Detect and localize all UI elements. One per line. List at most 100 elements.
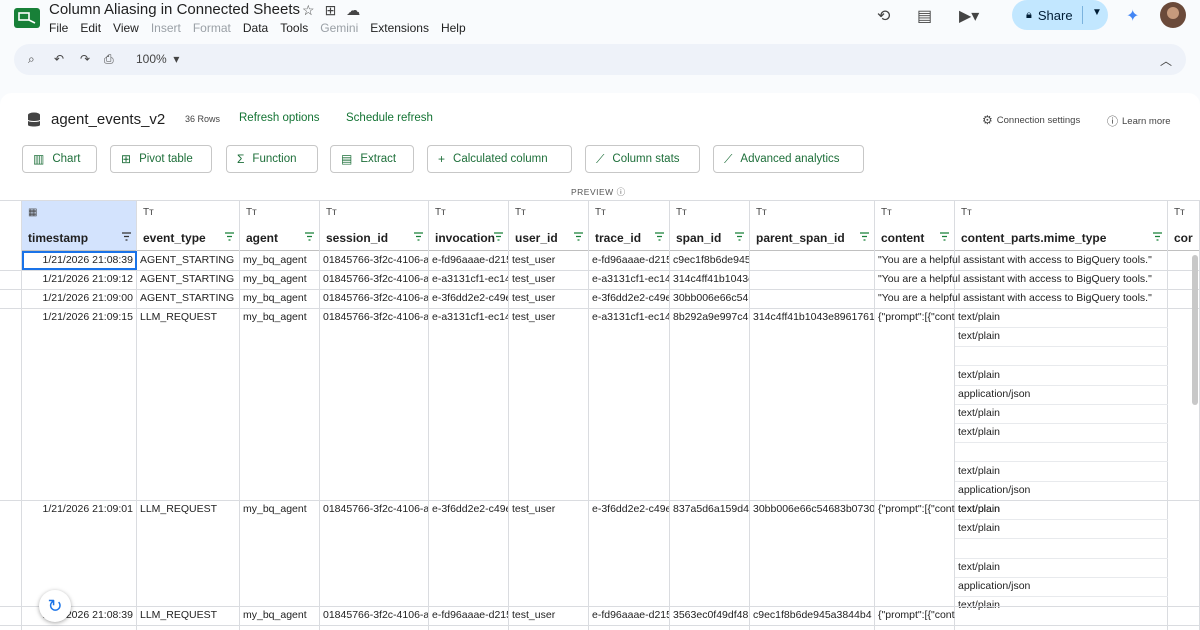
mime-type-cell[interactable]: application/json [955,484,1167,496]
column-header[interactable]: Tт content [875,201,954,251]
advanced-analytics-button[interactable]: ⟋ Advanced analytics [713,145,864,173]
connection-settings-button[interactable]: ⚙ Connection settings [982,113,1080,127]
filter-icon[interactable] [655,232,664,241]
sheets-logo-icon[interactable] [14,8,40,28]
table-cell-session-id[interactable]: 01845766-3f2c-4106-a [320,292,428,304]
table-cell-event-type[interactable]: LLM_REQUEST [137,311,239,323]
mime-type-cell[interactable]: text/plain [955,311,1167,323]
filter-icon[interactable] [940,232,949,241]
table-cell-event-type[interactable]: LLM_REQUEST [137,503,239,515]
table-cell-parent-span-id[interactable]: 30bb006e66c54683b0730 [750,503,874,515]
menu-format[interactable]: Format [193,21,231,35]
filter-icon[interactable] [122,232,131,241]
column-header[interactable]: Tт content_parts.mime_type [955,201,1167,251]
table-cell-content[interactable]: {"prompt":[{"cont [875,609,955,621]
table-cell-content[interactable]: "You are a helpful assistant with access… [875,254,1152,266]
mime-type-cell[interactable]: text/plain [955,465,1167,477]
function-button[interactable]: Σ Function [226,145,318,173]
search-menus-icon[interactable]: ⌕ [28,52,35,67]
column-header[interactable]: Tт session_id [320,201,428,251]
table-cell-user-id[interactable]: test_user [509,503,588,515]
table-cell-invocation[interactable]: e-3f6dd2e2-c49e [429,503,508,515]
filter-icon[interactable] [494,232,503,241]
table-cell-user-id[interactable]: test_user [509,273,588,285]
table-cell-trace-id[interactable]: e-a3131cf1-ec14 [589,273,669,285]
table-cell-content[interactable]: {"prompt":[{"cont [875,311,955,323]
table-cell-invocation[interactable]: e-a3131cf1-ec14 [429,273,508,285]
filter-icon[interactable] [574,232,583,241]
table-cell-event-type[interactable]: AGENT_STARTING [137,292,239,304]
refresh-options-link[interactable]: Refresh options [239,112,320,124]
star-icon[interactable]: ☆ [302,2,315,19]
filter-icon[interactable] [735,232,744,241]
extract-button[interactable]: ▤ Extract [330,145,414,173]
table-cell-event-type[interactable]: LLM_REQUEST [137,609,239,621]
column-header[interactable]: Tт span_id [670,201,749,251]
column-agent[interactable]: Tт agent my_bq_agent my_bq_agent my_bq_agent… [240,201,320,630]
menu-insert[interactable]: Insert [151,21,181,35]
table-cell-span-id[interactable]: 314c4ff41b1043e8961761e2ac8a4a7c [670,273,749,285]
column-stats-button[interactable]: ⟋ Column stats [585,145,700,173]
table-cell-invocation[interactable]: e-fd96aaae-d215 [429,609,508,621]
column-header[interactable]: ▦ timestamp [22,201,136,251]
redo-icon[interactable]: ↷ [80,52,90,66]
table-cell-content[interactable]: "You are a helpful assistant with access… [875,292,1152,304]
table-cell-user-id[interactable]: test_user [509,609,588,621]
table-cell-span-id[interactable]: 837a5d6a159d4 [670,503,749,515]
cloud-saved-icon[interactable]: ☁ [346,2,360,19]
table-cell-content[interactable]: "You are a helpful assistant with access… [875,273,1152,285]
table-cell-session-id[interactable]: 01845766-3f2c-4106-a [320,273,428,285]
menu-file[interactable]: File [49,21,68,35]
table-cell-span-id[interactable]: c9ec1f8b6de945a3844b45685732331b [670,254,749,266]
table-cell-trace-id[interactable]: e-3f6dd2e2-c49e [589,503,669,515]
calculated-column-button[interactable]: + Calculated column [427,145,572,173]
column-event-type[interactable]: Tт event_type AGENT_STARTING AGENT_STARTING… [137,201,240,630]
filter-icon[interactable] [860,232,869,241]
column-content-parts-mime-type[interactable]: Tт content_parts.mime_type text/plain text/… [955,201,1168,630]
column-header[interactable]: Tт invocation [429,201,508,251]
table-cell-user-id[interactable]: test_user [509,311,588,323]
table-cell-agent[interactable]: my_bq_agent [240,609,319,621]
column-header[interactable]: Tт cor [1168,201,1199,251]
menu-data[interactable]: Data [243,21,268,35]
column-header[interactable]: Tт user_id [509,201,588,251]
table-cell-agent[interactable]: my_bq_agent [240,292,319,304]
table-cell-timestamp[interactable]: 1/21/2026 21:09:01 [22,503,136,515]
mime-type-cell[interactable]: application/json [955,388,1167,400]
table-cell-invocation[interactable]: e-fd96aaae-d215 [429,254,508,266]
table-cell-parent-span-id[interactable]: c9ec1f8b6de945a3844b4 [750,609,874,621]
column-header[interactable]: Tт agent [240,201,319,251]
table-cell-session-id[interactable]: 01845766-3f2c-4106-a [320,609,428,621]
undo-icon[interactable]: ↶ [54,52,64,66]
table-cell-parent-span-id[interactable]: 314c4ff41b1043e8961761 [750,311,874,323]
vertical-scrollbar[interactable] [1192,255,1198,405]
column-trace-id[interactable]: Tт trace_id e-fd96aaae-d215 e-a3131cf1-ec14… [589,201,670,630]
column-content[interactable]: Tт content "You are a helpful assistant wi… [875,201,1152,630]
table-cell-agent[interactable]: my_bq_agent [240,254,319,266]
zoom-select[interactable]: 100% ▾ [136,52,179,66]
avatar[interactable] [1160,2,1186,28]
table-cell-session-id[interactable]: 01845766-3f2c-4106-a [320,311,428,323]
comments-icon[interactable]: ▤ [917,6,932,26]
column-span-id[interactable]: Tт span_id c9ec1f8b6de945a3844b45685732331… [670,201,750,630]
menu-extensions[interactable]: Extensions [370,21,429,35]
mime-type-cell[interactable]: text/plain [955,599,1167,611]
table-cell-invocation[interactable]: e-a3131cf1-ec14 [429,311,508,323]
share-dropdown-icon[interactable]: ▼ [1092,7,1102,18]
move-folder-icon[interactable]: ⊞ [325,2,337,19]
mime-type-cell[interactable]: application/json [955,580,1167,592]
table-cell-trace-id[interactable]: e-3f6dd2e2-c49e [589,292,669,304]
table-cell-agent[interactable]: my_bq_agent [240,273,319,285]
table-cell-trace-id[interactable]: e-fd96aaae-d215 [589,254,669,266]
gemini-icon[interactable]: ✦ [1126,6,1139,26]
mime-type-cell[interactable]: text/plain [955,407,1167,419]
version-history-icon[interactable]: ⟲ [877,6,890,26]
table-cell-span-id[interactable]: 8b292a9e997c4 [670,311,749,323]
print-icon[interactable]: ⎙ [104,52,114,67]
refresh-fab-button[interactable]: ↻ [39,590,71,622]
menu-gemini[interactable]: Gemini [320,21,358,35]
column-header[interactable]: Tт trace_id [589,201,669,251]
schedule-refresh-link[interactable]: Schedule refresh [346,112,433,124]
mime-type-cell[interactable]: text/plain [955,330,1167,342]
document-title[interactable]: Column Aliasing in Connected Sheets [49,1,300,18]
